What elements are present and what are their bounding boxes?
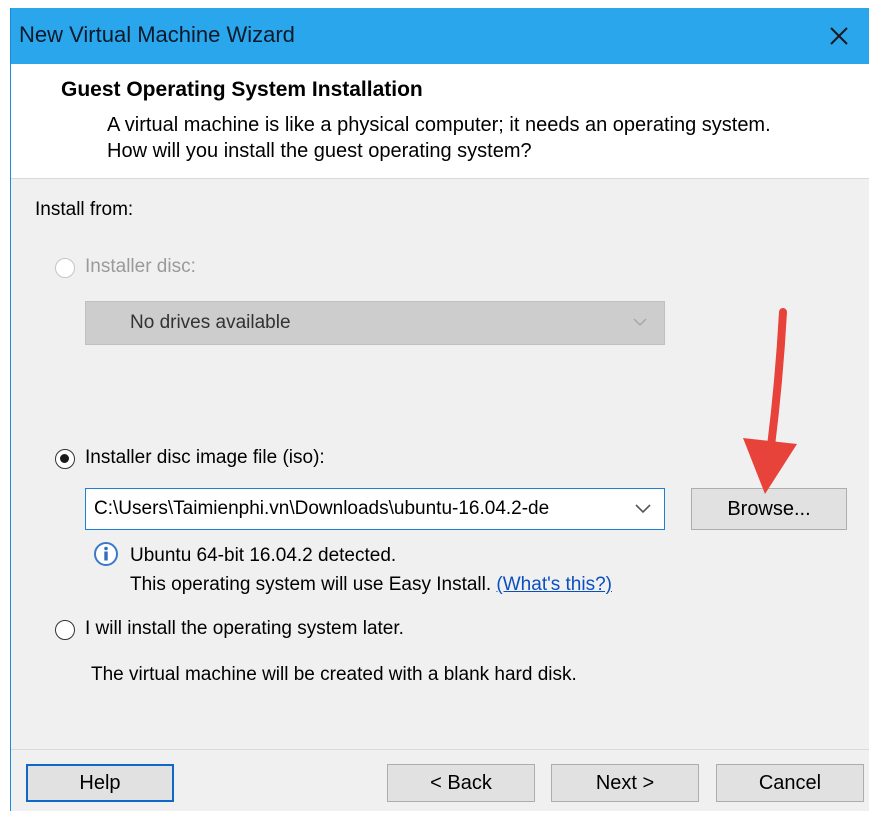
cancel-button[interactable]: Cancel	[716, 764, 864, 802]
help-button[interactable]: Help	[26, 764, 174, 802]
iso-radio[interactable]	[55, 449, 75, 469]
whats-this-link[interactable]: (What's this?)	[496, 574, 612, 595]
window-title: New Virtual Machine Wizard	[19, 22, 295, 47]
iso-label: Installer disc image file (iso):	[85, 447, 325, 468]
iso-dropdown-button[interactable]	[630, 501, 652, 520]
back-button[interactable]: < Back	[387, 764, 535, 802]
installer-disc-radio[interactable]	[55, 258, 75, 278]
close-button[interactable]	[819, 16, 859, 56]
installer-disc-label: Installer disc:	[85, 256, 196, 277]
button-bar: Help < Back Next > Cancel	[11, 750, 869, 811]
page-header: Guest Operating System Installation A vi…	[11, 64, 869, 179]
wizard-dialog: New Virtual Machine Wizard Guest Operati…	[10, 8, 869, 811]
iso-path-value: C:\Users\Taimienphi.vn\Downloads\ubuntu-…	[94, 498, 550, 519]
close-icon	[830, 27, 848, 45]
page-title: Guest Operating System Installation	[61, 78, 423, 101]
drive-select-value: No drives available	[130, 312, 291, 333]
info-icon	[94, 542, 118, 566]
easy-install-message: This operating system will use Easy Inst…	[130, 574, 612, 596]
iso-path-combo[interactable]: C:\Users\Taimienphi.vn\Downloads\ubuntu-…	[85, 488, 665, 530]
title-bar: New Virtual Machine Wizard	[11, 8, 869, 64]
easy-install-text: This operating system will use Easy Inst…	[130, 574, 492, 595]
page-description: A virtual machine is like a physical com…	[107, 114, 771, 162]
install-later-radio[interactable]	[55, 620, 75, 640]
blank-disk-note: The virtual machine will be created with…	[91, 664, 577, 685]
install-from-label: Install from:	[35, 199, 134, 220]
install-later-label: I will install the operating system late…	[85, 618, 404, 639]
chevron-down-icon	[633, 318, 647, 327]
chevron-down-icon	[635, 504, 651, 514]
detection-message: Ubuntu 64-bit 16.04.2 detected.	[130, 545, 397, 566]
drive-select[interactable]: No drives available	[85, 301, 665, 345]
annotation-arrow	[743, 308, 797, 494]
next-button[interactable]: Next >	[551, 764, 699, 802]
